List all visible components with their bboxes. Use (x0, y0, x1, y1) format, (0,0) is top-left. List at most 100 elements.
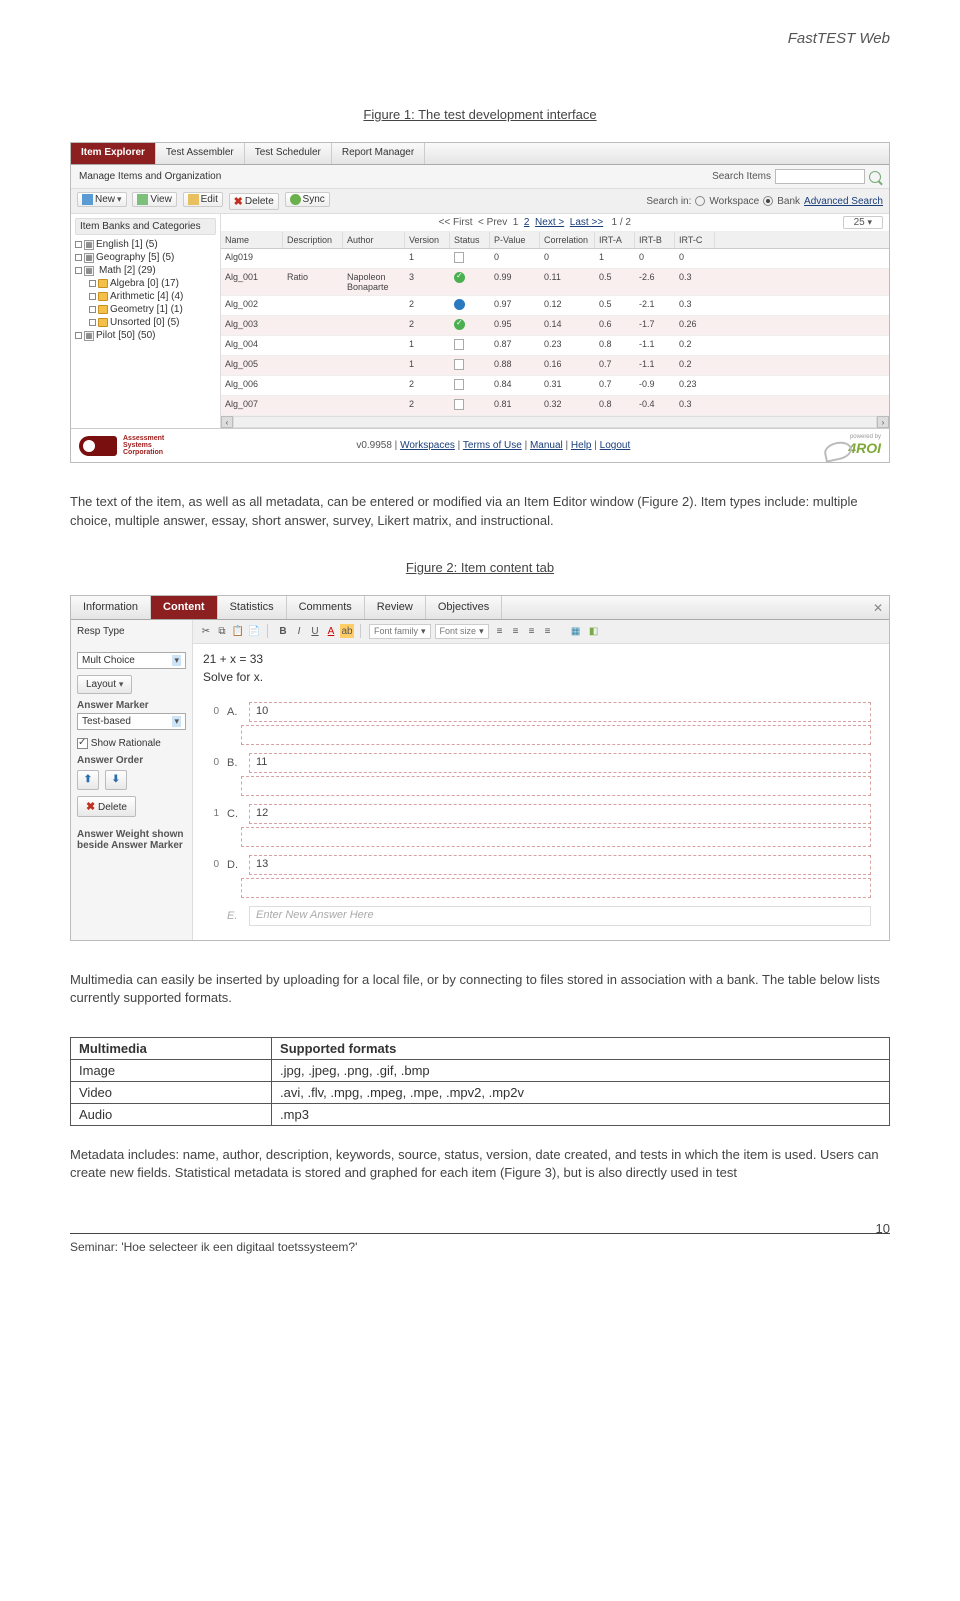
tab-test-assembler[interactable]: Test Assembler (156, 143, 245, 164)
delete-answer-button[interactable]: ✖ Delete (77, 796, 136, 817)
answer-row[interactable]: 0 D. 13 (203, 855, 871, 875)
tab-review[interactable]: Review (365, 596, 426, 619)
media-icon[interactable]: ▦ (569, 624, 583, 638)
link-terms[interactable]: Terms of Use (463, 440, 522, 451)
rationale-input[interactable] (241, 878, 871, 898)
radio-workspace[interactable] (695, 196, 705, 206)
bg-color-icon[interactable]: ab (340, 624, 354, 638)
tree-english[interactable]: ▦English [1] (5) (75, 238, 216, 251)
tab-report-manager[interactable]: Report Manager (332, 143, 425, 164)
align-left-icon[interactable]: ≡ (493, 624, 507, 638)
resp-type-select[interactable]: Mult Choice▾ (77, 652, 186, 669)
table-row[interactable]: Alg_00510.880.160.7-1.10.2 (221, 356, 889, 376)
new-button[interactable]: New▾ (77, 192, 127, 207)
move-down-button[interactable]: ⬇ (105, 770, 127, 790)
figure2-caption: Figure 2: Item content tab (70, 560, 890, 575)
status-ok-icon (454, 272, 465, 283)
new-answer-row[interactable]: E. Enter New Answer Here (203, 906, 871, 926)
tree-geography[interactable]: ▦Geography [5] (5) (75, 251, 216, 264)
close-icon[interactable]: ✕ (873, 601, 883, 615)
link-manual[interactable]: Manual (530, 440, 563, 451)
align-justify-icon[interactable]: ≡ (541, 624, 555, 638)
rationale-input[interactable] (241, 827, 871, 847)
grid-scrollbar[interactable]: ‹› (221, 416, 889, 428)
answer-score: 0 (203, 757, 219, 768)
status-doc-icon (454, 252, 464, 263)
table-row[interactable]: Alg_00320.950.140.6-1.70.26 (221, 316, 889, 336)
folder-icon (98, 292, 108, 301)
figure1-caption: Figure 1: The test development interface (70, 107, 890, 122)
status-doc-icon (454, 339, 464, 350)
answer-input[interactable]: 13 (249, 855, 871, 875)
font-family-select[interactable]: Font family▾ (369, 624, 431, 639)
show-rationale-checkbox[interactable] (77, 738, 88, 749)
seminar-footer: Seminar: 'Hoe selecteer ik een digitaal … (70, 1240, 357, 1254)
table-row[interactable]: Alg_001RatioNapoleon Bonaparte30.990.110… (221, 269, 889, 296)
text-color-icon[interactable]: A (324, 624, 338, 638)
link-help[interactable]: Help (571, 440, 592, 451)
font-size-select[interactable]: Font size▾ (435, 624, 489, 639)
rationale-input[interactable] (241, 776, 871, 796)
question-instruction[interactable]: Solve for x. (203, 670, 871, 684)
layout-button[interactable]: Layout ▾ (77, 675, 132, 694)
tree-geometry[interactable]: Geometry [1] (1) (75, 303, 216, 316)
table-row[interactable]: Alg_00410.870.230.8-1.10.2 (221, 336, 889, 356)
bold-icon[interactable]: B (276, 624, 290, 638)
paragraph-3: Metadata includes: name, author, descrip… (70, 1146, 890, 1182)
tree-math[interactable]: ▦Math [2] (29) (75, 264, 216, 277)
view-button[interactable]: View (132, 192, 177, 207)
link-logout[interactable]: Logout (600, 440, 631, 451)
answer-row[interactable]: 0 B. 11 (203, 753, 871, 773)
table-row[interactable]: Alg019100100 (221, 249, 889, 269)
table-row[interactable]: Alg_00620.840.310.7-0.90.23 (221, 376, 889, 396)
underline-icon[interactable]: U (308, 624, 322, 638)
tree-arithmetic[interactable]: Arithmetic [4] (4) (75, 290, 216, 303)
tree-unsorted[interactable]: Unsorted [0] (5) (75, 316, 216, 329)
tab-item-explorer[interactable]: Item Explorer (71, 143, 156, 164)
answer-input[interactable]: 11 (249, 753, 871, 773)
align-right-icon[interactable]: ≡ (525, 624, 539, 638)
tree-algebra[interactable]: Algebra [0] (17) (75, 277, 216, 290)
table-row[interactable]: Alg_00220.970.120.5-2.10.3 (221, 296, 889, 316)
cut-icon[interactable]: ✂ (199, 624, 213, 638)
bank-label: Bank (777, 196, 800, 207)
answer-input[interactable]: 12 (249, 804, 871, 824)
screenshot-item-explorer: Item Explorer Test Assembler Test Schedu… (70, 142, 890, 463)
answer-input[interactable]: 10 (249, 702, 871, 722)
edit-button[interactable]: Edit (183, 192, 223, 207)
answer-row[interactable]: 1 C. 12 (203, 804, 871, 824)
delete-button[interactable]: ✖Delete (229, 193, 279, 210)
question-text[interactable]: 21 + x = 33 (203, 652, 871, 666)
answer-marker-select[interactable]: Test-based▾ (77, 713, 186, 730)
tab-comments[interactable]: Comments (287, 596, 365, 619)
link-workspaces[interactable]: Workspaces (400, 440, 455, 451)
folder-icon (98, 279, 108, 288)
paste-icon[interactable]: 📋 (231, 624, 245, 638)
page-size[interactable]: 25 ▾ (843, 216, 883, 229)
copy-icon[interactable]: ⧉ (215, 624, 229, 638)
search-icon[interactable] (869, 171, 881, 183)
move-up-button[interactable]: ⬆ (77, 770, 99, 790)
rationale-input[interactable] (241, 725, 871, 745)
tab-statistics[interactable]: Statistics (218, 596, 287, 619)
tab-test-scheduler[interactable]: Test Scheduler (245, 143, 332, 164)
editor-sidebar: Mult Choice▾ Layout ▾ Answer Marker Test… (71, 644, 193, 940)
paste-text-icon[interactable]: 📄 (247, 624, 261, 638)
tab-objectives[interactable]: Objectives (426, 596, 502, 619)
radio-bank[interactable] (763, 196, 773, 206)
advanced-search-link[interactable]: Advanced Search (804, 196, 883, 207)
manage-label: Manage Items and Organization (79, 171, 221, 182)
tab-information[interactable]: Information (71, 596, 151, 619)
tab-content[interactable]: Content (151, 596, 218, 619)
align-center-icon[interactable]: ≡ (509, 624, 523, 638)
answer-row[interactable]: 0 A. 10 (203, 702, 871, 722)
tree-pilot[interactable]: ▦Pilot [50] (50) (75, 329, 216, 342)
table-row[interactable]: Alg_00720.810.320.8-0.40.3 (221, 396, 889, 416)
italic-icon[interactable]: I (292, 624, 306, 638)
answer-label: D. (227, 859, 241, 871)
sync-button[interactable]: Sync (285, 192, 330, 207)
pager[interactable]: << First < Prev 1 2 Next > Last >> 1 / 2 (227, 217, 843, 228)
answer-score: 1 (203, 808, 219, 819)
search-input[interactable] (775, 169, 865, 184)
image-icon[interactable]: ◧ (587, 624, 601, 638)
